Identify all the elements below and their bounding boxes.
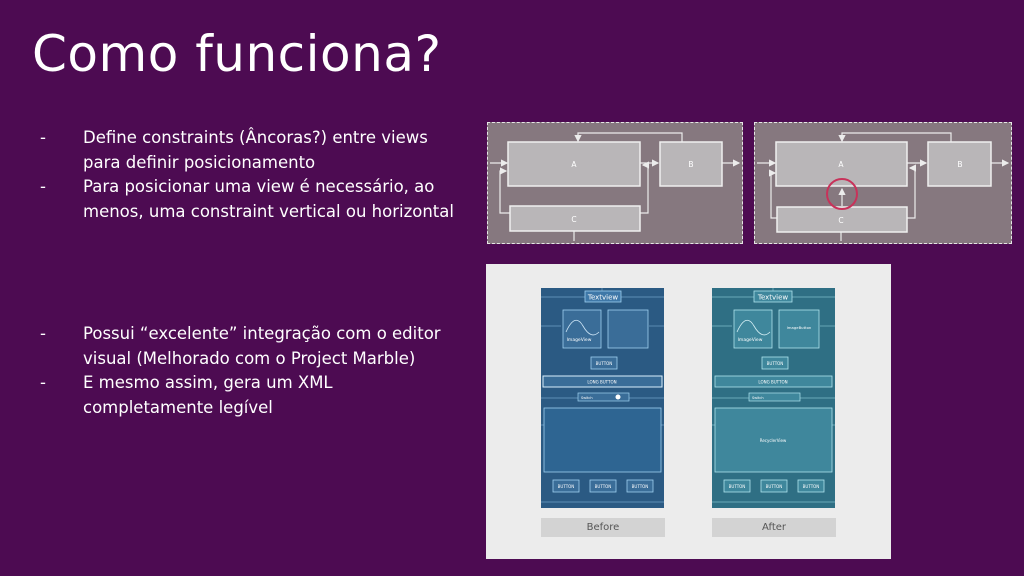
bullet-text: Possui “excelente” integração com o edit… — [83, 324, 441, 368]
bullet-item: - Para posicionar uma view é necessário,… — [40, 175, 460, 224]
constraint-diagram-1-svg: A B C — [490, 132, 741, 241]
bullet-list-bottom: - Possui “excelente” integração com o ed… — [40, 322, 460, 420]
blueprint-after: Textview ImageView ImageButton BUTTON LO… — [712, 288, 835, 544]
textview-label: Textview — [757, 294, 789, 302]
bullet-text: Para posicionar uma view é necessário, a… — [83, 177, 454, 221]
imageview-label: ImageView — [738, 337, 763, 343]
diagram-label-b: B — [957, 160, 962, 169]
bullet-item: - Define constraints (Âncoras?) entre vi… — [40, 126, 460, 175]
diagram-label-a: A — [571, 160, 577, 169]
bullet-dash: - — [40, 128, 46, 147]
after-caption: After — [712, 518, 836, 537]
bottom-button-label: BUTTON — [632, 484, 649, 489]
bullet-text: Define constraints (Âncoras?) entre view… — [83, 128, 428, 172]
bottom-button-label: BUTTON — [766, 484, 783, 489]
diagram-label-a: A — [838, 160, 844, 169]
bottom-button-label: BUTTON — [729, 484, 746, 489]
blueprint-after-svg: Textview ImageView ImageButton BUTTON LO… — [712, 288, 835, 508]
bottom-button-label: BUTTON — [595, 484, 612, 489]
textview-label: Textview — [587, 294, 619, 302]
bullet-dash: - — [40, 373, 46, 392]
before-caption: Before — [541, 518, 665, 537]
bottom-button-label: BUTTON — [803, 484, 820, 489]
bottom-button-label: BUTTON — [558, 484, 575, 489]
bullet-text: E mesmo assim, gera um XML completamente… — [83, 373, 333, 417]
bullet-item: - Possui “excelente” integração com o ed… — [40, 322, 460, 371]
constraint-diagram-2-svg: A B C — [757, 132, 1010, 241]
imageview-label: ImageView — [567, 337, 592, 343]
layout-editor-comparison: Textview ImageView BUTTON LONG BUTTON Sw… — [486, 264, 891, 559]
imagebutton-label: ImageButton — [787, 325, 812, 330]
bullet-dash: - — [40, 177, 46, 196]
diagram-label-c: C — [571, 215, 576, 224]
slide-title: Como funciona? — [32, 25, 442, 83]
switch-label: Switch — [581, 396, 593, 400]
switch-label: Switch — [752, 396, 764, 400]
button-label: BUTTON — [767, 361, 784, 366]
button-label: BUTTON — [596, 361, 613, 366]
diagram-label-c: C — [838, 216, 843, 225]
bullet-item: - E mesmo assim, gera um XML completamen… — [40, 371, 460, 420]
blueprint-before-svg: Textview ImageView BUTTON LONG BUTTON Sw… — [541, 288, 664, 508]
long-button-label: LONG BUTTON — [587, 380, 616, 385]
recyclerview-label: RecyclerView — [760, 438, 787, 443]
bullet-dash: - — [40, 324, 46, 343]
blueprint-before: Textview ImageView BUTTON LONG BUTTON Sw… — [541, 288, 664, 544]
constraint-diagram-1: A B C — [487, 122, 743, 244]
constraint-diagram-2: A B C — [754, 122, 1012, 244]
long-button-label: LONG BUTTON — [758, 380, 787, 385]
diagram-label-b: B — [688, 160, 693, 169]
bullet-list-top: - Define constraints (Âncoras?) entre vi… — [40, 126, 460, 224]
